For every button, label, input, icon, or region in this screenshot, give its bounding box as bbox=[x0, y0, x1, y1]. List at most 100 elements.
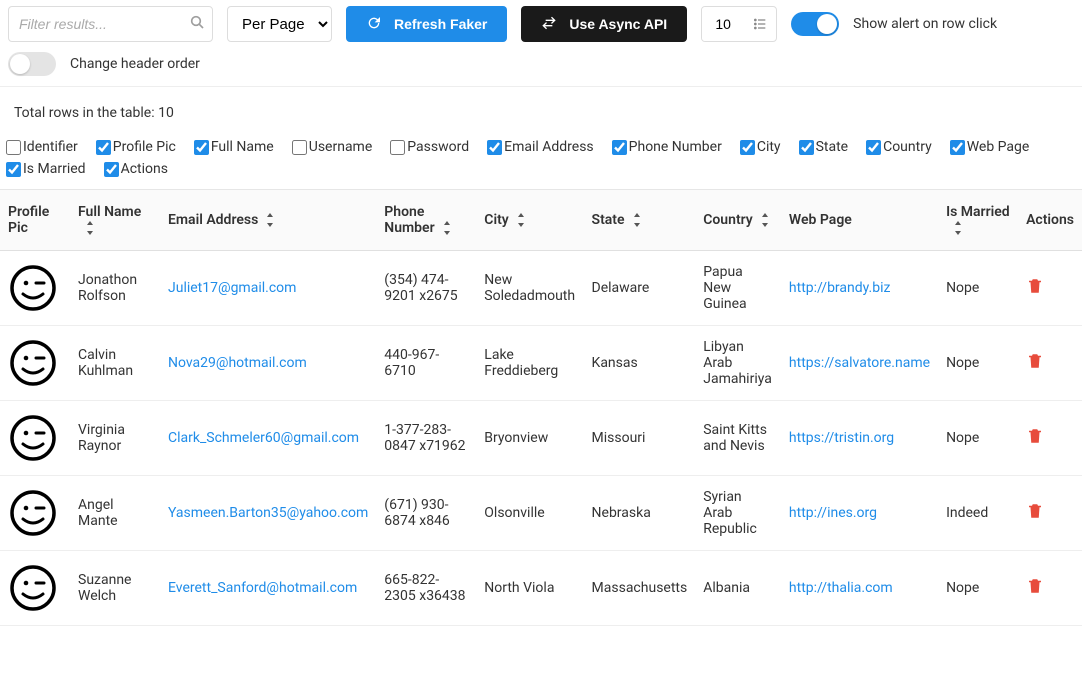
column-toggle-label: Web Page bbox=[967, 139, 1030, 155]
th-country[interactable]: Country bbox=[695, 190, 781, 251]
th-profile-pic[interactable]: Profile Pic bbox=[0, 190, 70, 251]
row-count-group bbox=[701, 6, 777, 42]
column-toggle-checkbox[interactable] bbox=[612, 140, 627, 155]
column-toggle[interactable]: Country bbox=[866, 139, 932, 155]
column-toggle-checkbox[interactable] bbox=[390, 140, 405, 155]
cell-full-name: Suzanne Welch bbox=[70, 551, 160, 626]
cell-email-link[interactable]: Juliet17@gmail.com bbox=[168, 280, 296, 296]
delete-button[interactable] bbox=[1026, 577, 1044, 599]
column-toggle-label: Full Name bbox=[211, 139, 274, 155]
column-toggle-label: City bbox=[757, 139, 781, 155]
column-toggle-checkbox[interactable] bbox=[866, 140, 881, 155]
cell-is-married: Nope bbox=[938, 251, 1018, 326]
column-toggle-checkbox[interactable] bbox=[487, 140, 502, 155]
column-toggle-label: Country bbox=[883, 139, 932, 155]
table-row[interactable]: Calvin KuhlmanNova29@hotmail.com440-967-… bbox=[0, 326, 1082, 401]
filter-wrap bbox=[8, 6, 213, 42]
per-page-select[interactable]: Per Page bbox=[227, 6, 332, 42]
th-city[interactable]: City bbox=[476, 190, 583, 251]
column-toggle-label: Identifier bbox=[23, 139, 78, 155]
table-row[interactable]: Virginia RaynorClark_Schmeler60@gmail.co… bbox=[0, 401, 1082, 476]
show-alert-toggle[interactable] bbox=[791, 12, 839, 36]
th-phone[interactable]: Phone Number bbox=[376, 190, 476, 251]
delete-button[interactable] bbox=[1026, 427, 1044, 449]
column-toggle-label: Profile Pic bbox=[113, 139, 176, 155]
cell-country: Papua New Guinea bbox=[695, 251, 781, 326]
cell-country: Albania bbox=[695, 551, 781, 626]
column-toggle-checkbox[interactable] bbox=[292, 140, 307, 155]
column-toggle[interactable]: Phone Number bbox=[612, 139, 722, 155]
table-row[interactable]: Jonathon RolfsonJuliet17@gmail.com(354) … bbox=[0, 251, 1082, 326]
total-rows-text: Total rows in the table: 10 bbox=[0, 87, 1082, 125]
column-toggle-row: Identifier Profile Pic Full Name Username Pa… bbox=[0, 125, 1082, 190]
cell-state: Massachusetts bbox=[584, 551, 696, 626]
delete-button[interactable] bbox=[1026, 502, 1044, 524]
column-toggle[interactable]: Profile Pic bbox=[96, 139, 176, 155]
column-toggle-checkbox[interactable] bbox=[6, 140, 21, 155]
column-toggle[interactable]: Is Married bbox=[6, 161, 86, 177]
cell-webpage-link[interactable]: http://brandy.biz bbox=[789, 280, 891, 296]
delete-button[interactable] bbox=[1026, 277, 1044, 299]
column-toggle[interactable]: Web Page bbox=[950, 139, 1030, 155]
change-header-toggle[interactable] bbox=[8, 52, 56, 76]
sort-icon bbox=[952, 221, 964, 235]
filter-input[interactable] bbox=[8, 6, 213, 42]
column-toggle[interactable]: State bbox=[799, 139, 849, 155]
cell-phone: 1-377-283-0847 x71962 bbox=[376, 401, 476, 476]
delete-button[interactable] bbox=[1026, 352, 1044, 374]
cell-webpage-link[interactable]: https://tristin.org bbox=[789, 430, 894, 446]
change-header-label: Change header order bbox=[70, 56, 200, 72]
th-is-married[interactable]: Is Married bbox=[938, 190, 1018, 251]
list-icon bbox=[744, 16, 776, 32]
column-toggle-checkbox[interactable] bbox=[194, 140, 209, 155]
trash-icon bbox=[1026, 577, 1044, 599]
column-toggle-checkbox[interactable] bbox=[799, 140, 814, 155]
column-toggle[interactable]: City bbox=[740, 139, 781, 155]
column-toggle[interactable]: Actions bbox=[104, 161, 168, 177]
cell-state: Missouri bbox=[584, 401, 696, 476]
column-toggle[interactable]: Full Name bbox=[194, 139, 274, 155]
th-actions[interactable]: Actions bbox=[1018, 190, 1082, 251]
cell-state: Kansas bbox=[584, 326, 696, 401]
th-email[interactable]: Email Address bbox=[160, 190, 376, 251]
column-toggle-checkbox[interactable] bbox=[6, 162, 21, 177]
avatar bbox=[8, 263, 58, 313]
cell-country: Saint Kitts and Nevis bbox=[695, 401, 781, 476]
cell-webpage-link[interactable]: http://thalia.com bbox=[789, 580, 893, 596]
refresh-faker-button[interactable]: Refresh Faker bbox=[346, 6, 507, 42]
column-toggle-checkbox[interactable] bbox=[950, 140, 965, 155]
cell-email-link[interactable]: Clark_Schmeler60@gmail.com bbox=[168, 430, 359, 446]
cell-full-name: Calvin Kuhlman bbox=[70, 326, 160, 401]
column-toggle-label: Email Address bbox=[504, 139, 594, 155]
table-row[interactable]: Suzanne Welch Everett_Sanford@hotmail.com… bbox=[0, 551, 1082, 626]
row-count-input[interactable] bbox=[702, 7, 744, 41]
cell-state: Delaware bbox=[584, 251, 696, 326]
column-toggle-checkbox[interactable] bbox=[740, 140, 755, 155]
column-toggle[interactable]: Email Address bbox=[487, 139, 594, 155]
column-toggle-label: Password bbox=[407, 139, 469, 155]
column-toggle-checkbox[interactable] bbox=[96, 140, 111, 155]
th-state[interactable]: State bbox=[584, 190, 696, 251]
cell-email-link[interactable]: Nova29@hotmail.com bbox=[168, 355, 307, 371]
cell-country: Libyan Arab Jamahiriya bbox=[695, 326, 781, 401]
trash-icon bbox=[1026, 427, 1044, 449]
column-toggle-checkbox[interactable] bbox=[104, 162, 119, 177]
cell-city: New Soledadmouth bbox=[476, 251, 583, 326]
th-web-page[interactable]: Web Page bbox=[781, 190, 938, 251]
column-toggle[interactable]: Identifier bbox=[6, 139, 78, 155]
cell-full-name: Angel Mante bbox=[70, 476, 160, 551]
toolbar: Per Page Refresh Faker Use Async API Sho… bbox=[0, 0, 1082, 50]
cell-is-married: Nope bbox=[938, 551, 1018, 626]
column-toggle[interactable]: Username bbox=[292, 139, 373, 155]
column-toggle-label: Is Married bbox=[23, 161, 86, 177]
use-async-button[interactable]: Use Async API bbox=[521, 6, 687, 42]
cell-email-link[interactable]: Yasmeen.Barton35@yahoo.com bbox=[168, 505, 368, 521]
cell-email-link[interactable]: Everett_Sanford@hotmail.com bbox=[168, 580, 357, 596]
column-toggle[interactable]: Password bbox=[390, 139, 469, 155]
th-full-name[interactable]: Full Name bbox=[70, 190, 160, 251]
cell-country: Syrian Arab Republic bbox=[695, 476, 781, 551]
cell-webpage-link[interactable]: http://ines.org bbox=[789, 505, 877, 521]
table-row[interactable]: Angel ManteYasmeen.Barton35@yahoo.com(67… bbox=[0, 476, 1082, 551]
column-toggle-label: State bbox=[816, 139, 849, 155]
cell-webpage-link[interactable]: https://salvatore.name bbox=[789, 355, 930, 371]
